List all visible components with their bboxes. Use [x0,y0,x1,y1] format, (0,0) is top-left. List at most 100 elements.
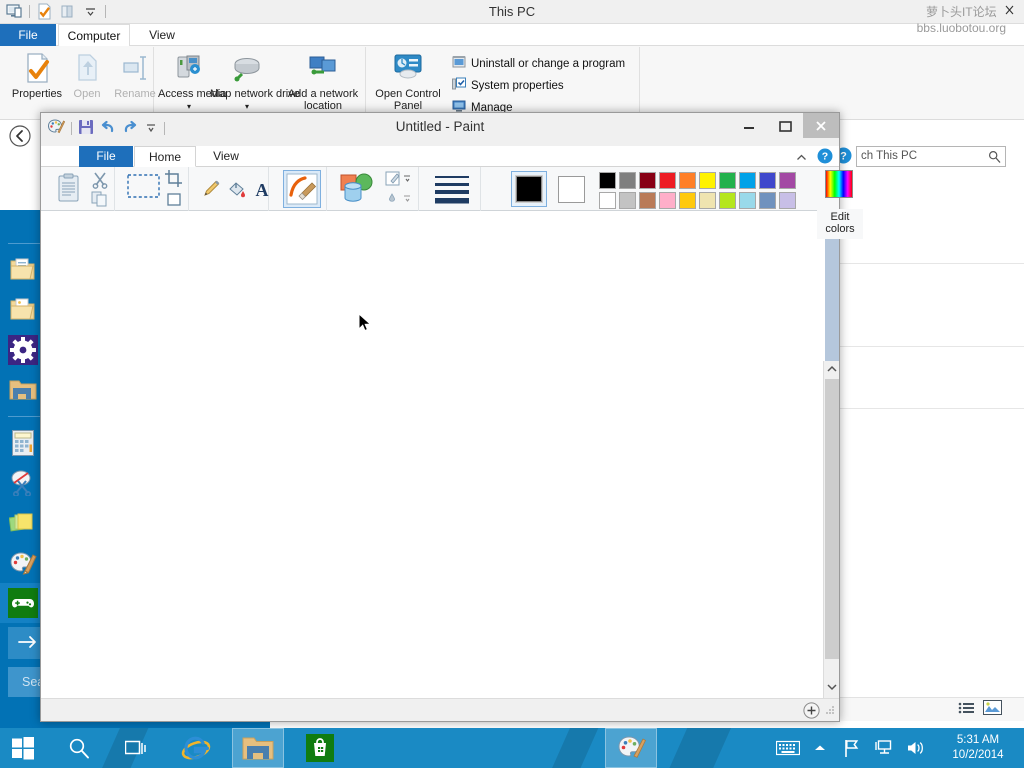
large-icons-view-button[interactable] [983,700,1002,718]
chevron-down-icon-2[interactable]: ▾ [245,102,249,111]
paint-ribbon-tabs: File Home View ? [41,146,839,167]
chevron-down-icon[interactable]: ▾ [187,102,191,111]
store-button[interactable] [296,728,344,768]
resize-button[interactable] [165,191,183,210]
paint-taskbar-button[interactable] [605,728,657,768]
palette-swatch-2-7[interactable] [739,192,756,209]
text-button[interactable]: A [253,179,271,202]
show-hidden-icons-button[interactable] [804,728,836,768]
palette-swatch-1-2[interactable] [639,172,656,189]
resize-grip-icon[interactable] [824,704,836,719]
palette-swatch-1-7[interactable] [739,172,756,189]
ribbon-group-network: Access media ▾ Map network drive ▾ Add a… [156,47,366,119]
tab-file[interactable]: File [79,146,133,167]
tab-computer[interactable]: Computer [58,24,130,46]
palette-swatch-1-9[interactable] [779,172,796,189]
palette-swatch-2-0[interactable] [599,192,616,209]
ribbon-open-control-panel-button[interactable]: Open Control Panel [372,51,444,112]
paint-palette-icon [8,548,38,578]
color-2-button[interactable] [557,175,586,204]
palette-swatch-2-4[interactable] [679,192,696,209]
palette-swatch-1-5[interactable] [699,172,716,189]
start-button[interactable] [0,728,46,768]
svg-text:?: ? [840,151,847,163]
paint-vertical-scrollbar[interactable] [823,361,839,698]
paint-scrollbar-thumb[interactable] [825,379,839,659]
maximize-button[interactable] [767,113,803,138]
svg-text:?: ? [822,151,828,163]
file-explorer-button[interactable] [232,728,284,768]
palette-swatch-1-0[interactable] [599,172,616,189]
file-explorer-icon [8,375,38,405]
tab-view[interactable]: View [198,146,254,167]
task-view-button[interactable] [114,728,160,768]
palette-swatch-1-1[interactable] [619,172,636,189]
ribbon-uninstall-program-item[interactable]: Uninstall or change a program [452,55,625,72]
brushes-button[interactable] [283,170,321,208]
palette-swatch-2-8[interactable] [759,192,776,209]
back-arrow-icon[interactable] [8,124,32,151]
close-button[interactable] [995,0,1024,20]
shapes-button[interactable] [339,172,379,209]
palette-swatch-2-5[interactable] [699,192,716,209]
minimize-button[interactable] [731,113,767,138]
zoom-plus-icon[interactable] [803,702,820,722]
explorer-ribbon-tabs: File Computer View [0,24,1024,46]
help-icon[interactable]: ? [817,148,833,167]
scroll-up-arrow-icon[interactable] [826,363,838,378]
close-button[interactable] [803,113,839,138]
action-center-flag-icon[interactable] [836,728,868,768]
cut-button[interactable] [91,171,109,192]
ribbon-map-network-drive-button[interactable]: Map network drive ▾ [210,51,300,113]
map-network-drive-icon [210,51,284,85]
details-view-button[interactable] [958,701,975,718]
palette-swatch-2-2[interactable] [639,192,656,209]
tab-file[interactable]: File [0,24,56,46]
edit-colors-label: Edit colors [817,209,863,239]
color-1-button[interactable] [511,171,547,207]
palette-swatch-2-6[interactable] [719,192,736,209]
explorer-view-buttons [958,700,1002,718]
copy-button[interactable] [91,191,109,210]
minimize-button[interactable] [937,0,966,20]
palette-swatch-2-9[interactable] [779,192,796,209]
clock-date: 10/2/2014 [952,749,1004,761]
search-button[interactable] [56,728,102,768]
palette-row-1 [599,172,796,189]
arrow-right-icon [18,635,38,652]
chevron-up-icon[interactable] [795,151,808,165]
internet-explorer-button[interactable] [172,728,220,768]
keyboard-icon[interactable] [772,728,804,768]
crop-button[interactable] [165,170,182,190]
palette-swatch-2-1[interactable] [619,192,636,209]
paint-canvas[interactable] [41,211,825,698]
taskbar-clock[interactable]: 5:31 AM 10/2/2014 [932,728,1024,768]
palette-swatch-2-3[interactable] [659,192,676,209]
paste-button[interactable] [57,173,81,206]
select-button[interactable] [127,174,160,201]
maximize-button[interactable] [966,0,995,20]
scroll-down-arrow-icon[interactable] [826,681,838,696]
tab-view[interactable]: View [132,24,192,46]
ribbon-uninstall-program-label: Uninstall or change a program [471,57,626,70]
taskbar-stripe-2 [542,728,604,768]
palette-swatch-1-8[interactable] [759,172,776,189]
ribbon-system-properties-item[interactable]: System properties [452,77,564,94]
edit-colors-button[interactable] [817,170,861,198]
palette-swatch-1-6[interactable] [719,172,736,189]
fill-style-button[interactable] [385,191,411,210]
explorer-window-title: This PC [488,4,536,19]
network-icon[interactable] [868,728,900,768]
volume-speaker-icon[interactable] [900,728,932,768]
size-button[interactable] [435,174,469,207]
clock-time: 5:31 AM [956,734,1000,746]
palette-swatch-1-4[interactable] [679,172,696,189]
search-input[interactable]: ch This PC [856,146,1006,167]
fill-button[interactable] [227,179,247,202]
palette-swatch-1-3[interactable] [659,172,676,189]
paint-title-bar: Untitled - Paint [41,113,839,141]
pencil-button[interactable] [201,179,221,202]
ribbon-add-network-location-button[interactable]: Add a network location [284,51,362,112]
outline-button[interactable] [385,170,411,191]
tab-home[interactable]: Home [134,146,196,167]
